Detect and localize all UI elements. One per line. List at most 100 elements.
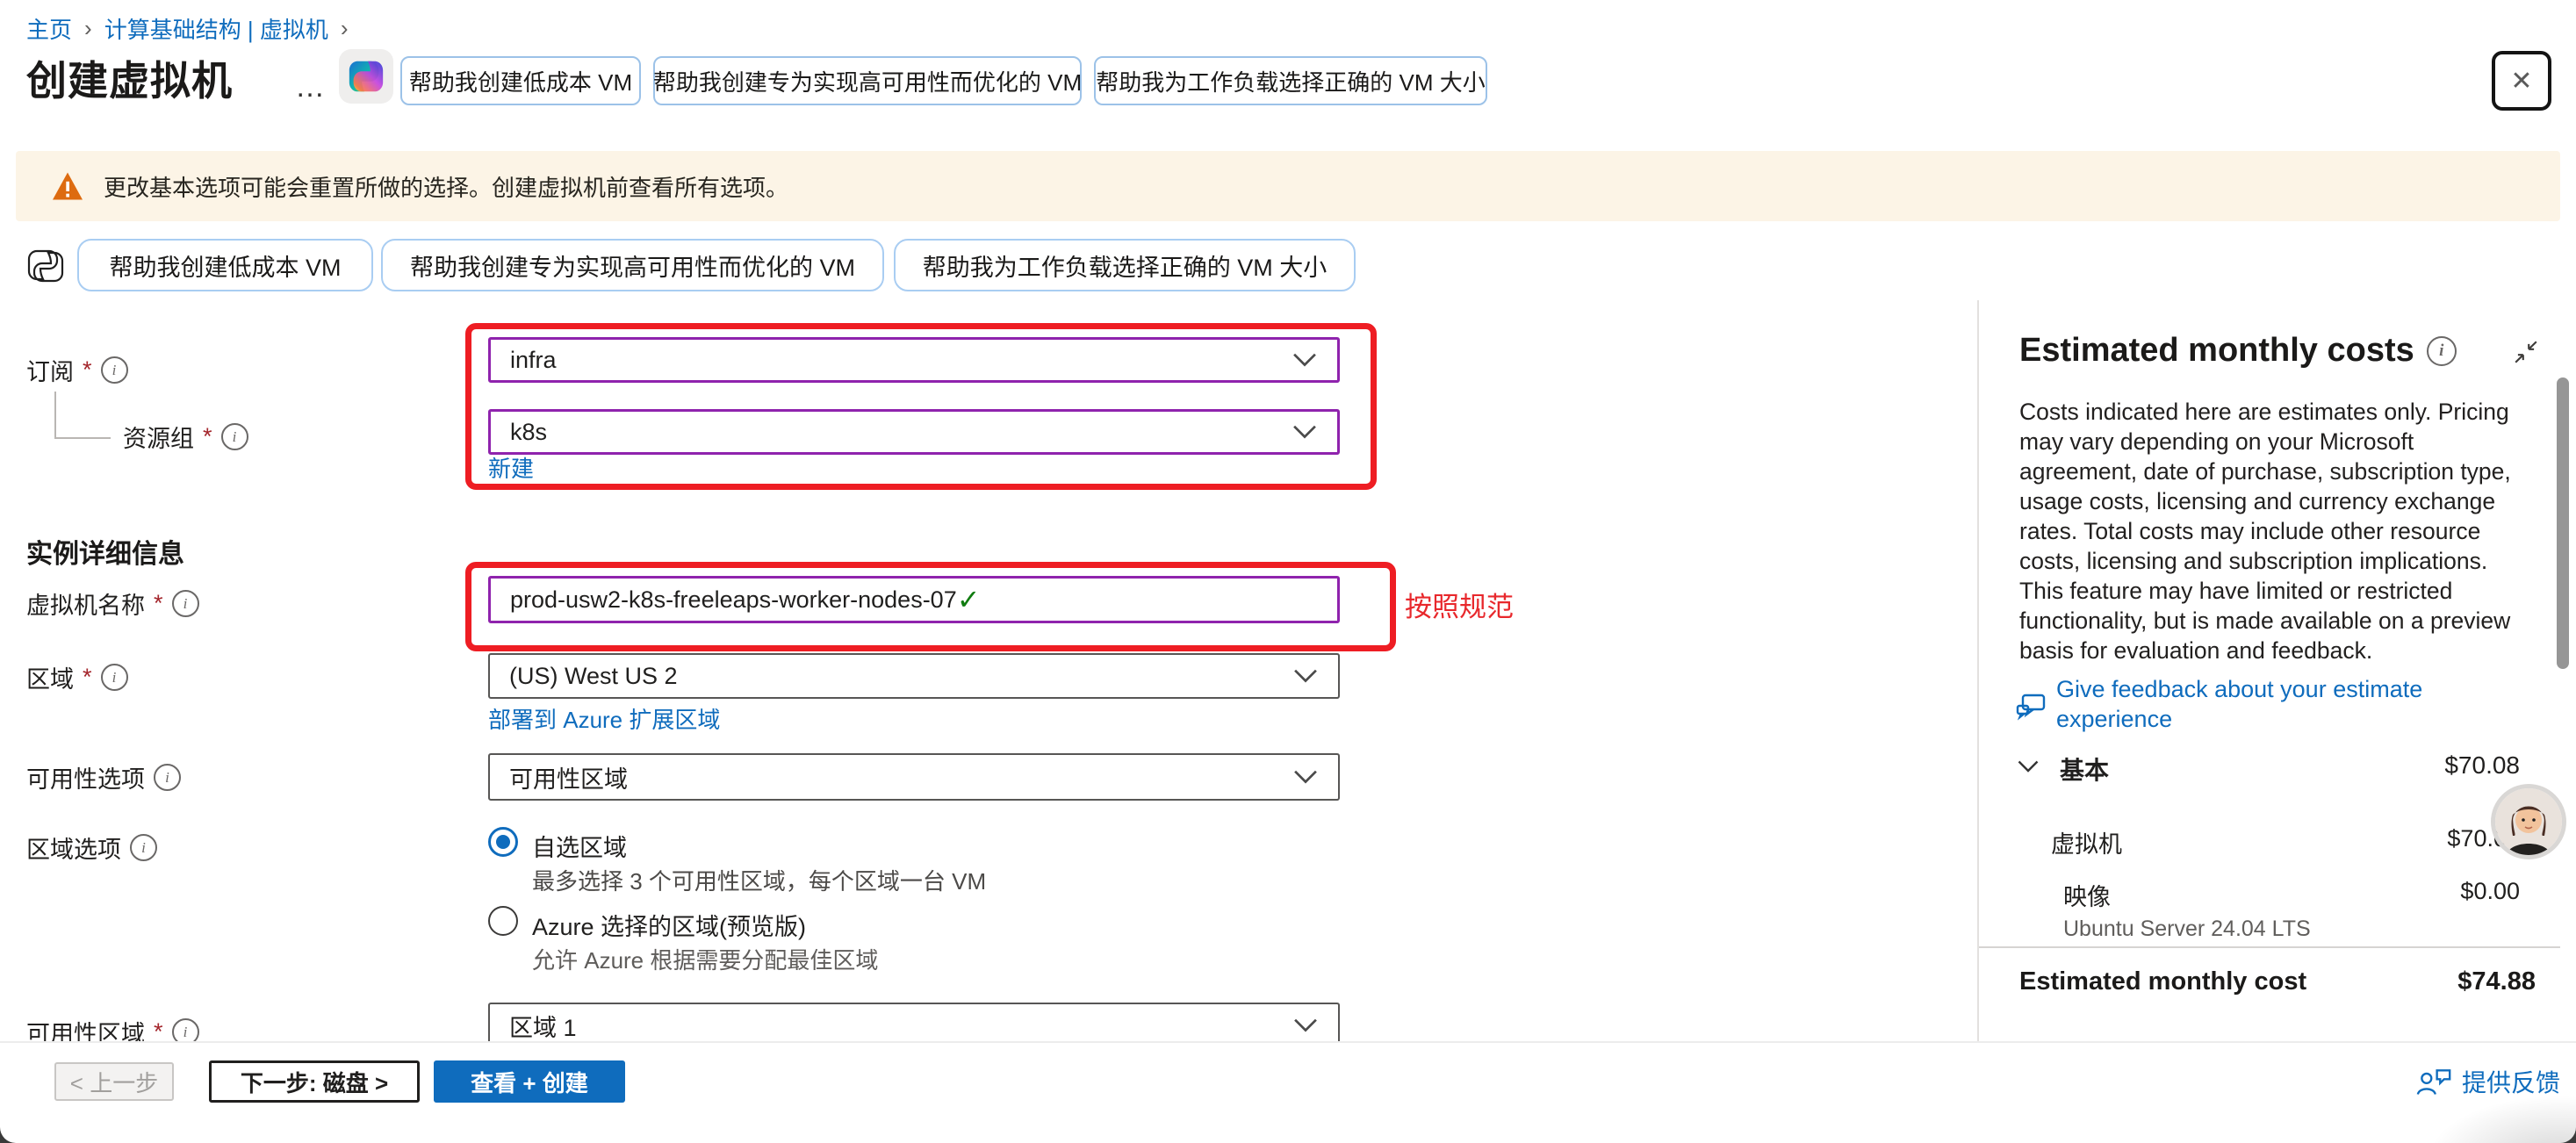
zone-options-label-row: 区域选项 i bbox=[26, 830, 157, 865]
info-icon[interactable]: i bbox=[2427, 336, 2457, 366]
vm-name-label: 虚拟机名称 bbox=[26, 586, 145, 621]
zone-option-label-azure-select[interactable]: Azure 选择的区域(预览版) bbox=[532, 908, 806, 942]
page-title: 创建虚拟机 bbox=[26, 49, 233, 107]
region-label-row: 区域 * i bbox=[26, 660, 128, 694]
more-options-button[interactable]: … bbox=[295, 70, 328, 104]
cost-row-label: 映像 bbox=[2063, 878, 2111, 912]
subscription-value: infra bbox=[510, 347, 1292, 374]
availability-zone-label: 可用性区域 bbox=[26, 1015, 145, 1041]
collapse-panel-icon[interactable] bbox=[2513, 339, 2539, 365]
chevron-down-icon bbox=[1292, 353, 1318, 368]
extended-zone-link[interactable]: 部署到 Azure 扩展区域 bbox=[488, 702, 720, 735]
warning-banner: 更改基本选项可能会重置所做的选择。创建虚拟机前查看所有选项。 bbox=[16, 151, 2560, 221]
zone-option-radio-self-select[interactable] bbox=[488, 827, 518, 857]
availability-zone-label-row: 可用性区域 * i bbox=[26, 1015, 199, 1041]
region-dropdown[interactable]: (US) West US 2 bbox=[488, 653, 1340, 699]
info-icon[interactable]: i bbox=[101, 664, 128, 691]
create-new-resource-group-link[interactable]: 新建 bbox=[488, 451, 534, 484]
avatar-image bbox=[2495, 788, 2562, 855]
scrollbar-thumb[interactable] bbox=[2557, 377, 2569, 669]
info-icon[interactable]: i bbox=[101, 356, 128, 384]
breadcrumb-separator-icon: › bbox=[84, 15, 92, 42]
copilot-outline-icon[interactable] bbox=[25, 244, 67, 288]
region-value: (US) West US 2 bbox=[509, 663, 1292, 690]
copilot-suggestion-high-availability[interactable]: 帮助我创建专为实现高可用性而优化的 VM bbox=[381, 239, 884, 291]
vm-name-value: prod-usw2-k8s-freeleaps-worker-nodes-07 bbox=[510, 586, 957, 614]
resource-group-label-row: 资源组 * i bbox=[123, 420, 248, 454]
cost-panel-title: Estimated monthly costs bbox=[2019, 332, 2414, 370]
resource-group-label: 资源组 bbox=[123, 420, 194, 454]
chevron-down-icon[interactable] bbox=[2018, 760, 2039, 773]
tree-connector bbox=[54, 392, 111, 439]
resource-group-value: k8s bbox=[510, 419, 1292, 446]
vm-name-label-row: 虚拟机名称 * i bbox=[26, 586, 199, 621]
availability-options-label-row: 可用性选项 i bbox=[26, 760, 181, 794]
copilot-suggestion-vm-size[interactable]: 帮助我为工作负载选择正确的 VM 大小 bbox=[894, 239, 1356, 291]
subscription-label: 订阅 bbox=[26, 353, 74, 387]
cost-group-value: $70.08 bbox=[2411, 751, 2520, 780]
region-label: 区域 bbox=[26, 660, 74, 694]
required-asterisk: * bbox=[203, 423, 212, 450]
copilot-logo-icon bbox=[346, 56, 386, 97]
zone-options-label: 区域选项 bbox=[26, 830, 121, 865]
vm-name-annotation: 按照规范 bbox=[1405, 585, 1514, 624]
chevron-down-icon bbox=[1292, 425, 1318, 440]
required-asterisk: * bbox=[83, 664, 92, 691]
cost-row-value: $0.00 bbox=[2411, 878, 2520, 905]
avatar[interactable] bbox=[2495, 788, 2562, 855]
availability-zone-dropdown[interactable]: 区域 1 bbox=[488, 1003, 1340, 1041]
cost-row-sublabel: Ubuntu Server 24.04 LTS bbox=[2063, 917, 2311, 942]
close-button[interactable]: ✕ bbox=[2492, 51, 2551, 111]
availability-zone-value: 区域 1 bbox=[509, 1009, 1292, 1042]
availability-options-value: 可用性区域 bbox=[509, 760, 1292, 794]
resource-group-dropdown[interactable]: k8s bbox=[488, 409, 1340, 455]
estimate-feedback-link[interactable]: Give feedback about your estimate experi… bbox=[2056, 674, 2513, 734]
subscription-dropdown[interactable]: infra bbox=[488, 337, 1340, 383]
create-vm-page: 主页 › 计算基础结构 | 虚拟机 › 创建虚拟机 … 帮助我创建低成本 VM … bbox=[0, 0, 2576, 1143]
cost-total-divider bbox=[1979, 946, 2560, 948]
availability-options-label: 可用性选项 bbox=[26, 760, 145, 794]
cost-total-label: Estimated monthly cost bbox=[2019, 967, 2306, 996]
zone-option-desc-azure-select: 允许 Azure 根据需要分配最佳区域 bbox=[532, 943, 878, 975]
zone-option-desc-self-select: 最多选择 3 个可用性区域，每个区域一台 VM bbox=[532, 864, 986, 896]
copilot-suggestion-low-cost[interactable]: 帮助我创建低成本 VM bbox=[400, 56, 641, 105]
copilot-suggestion-low-cost[interactable]: 帮助我创建低成本 VM bbox=[77, 239, 373, 291]
info-icon[interactable]: i bbox=[172, 590, 199, 617]
review-create-button[interactable]: 查看 + 创建 bbox=[434, 1060, 625, 1103]
vm-name-input[interactable]: prod-usw2-k8s-freeleaps-worker-nodes-07 … bbox=[488, 576, 1340, 623]
subscription-label-row: 订阅 * i bbox=[26, 353, 128, 387]
required-asterisk: * bbox=[154, 590, 163, 617]
cost-row-label: 虚拟机 bbox=[2051, 825, 2122, 859]
breadcrumb-section[interactable]: 计算基础结构 | 虚拟机 bbox=[104, 12, 328, 45]
next-disks-button[interactable]: 下一步: 磁盘 > bbox=[209, 1060, 420, 1103]
copilot-suggestion-high-availability[interactable]: 帮助我创建专为实现高可用性而优化的 VM bbox=[653, 56, 1082, 105]
corner-shadow bbox=[2409, 1087, 2576, 1143]
cost-panel-title-row: Estimated monthly costs i bbox=[2019, 332, 2457, 370]
info-icon[interactable]: i bbox=[130, 834, 157, 861]
info-icon[interactable]: i bbox=[221, 423, 248, 450]
breadcrumb-home[interactable]: 主页 bbox=[26, 12, 72, 45]
availability-options-dropdown[interactable]: 可用性区域 bbox=[488, 753, 1340, 801]
chevron-down-icon bbox=[1292, 770, 1319, 785]
warning-text: 更改基本选项可能会重置所做的选择。创建虚拟机前查看所有选项。 bbox=[104, 170, 788, 203]
cost-panel-description: Costs indicated here are estimates only.… bbox=[2019, 397, 2525, 665]
copilot-suggestion-vm-size[interactable]: 帮助我为工作负载选择正确的 VM 大小 bbox=[1094, 56, 1487, 105]
cost-total-value: $74.88 bbox=[2406, 967, 2536, 996]
panel-divider bbox=[1977, 300, 1979, 1041]
instance-details-heading: 实例详细信息 bbox=[26, 532, 184, 571]
footer-divider bbox=[0, 1041, 2576, 1043]
chevron-down-icon bbox=[1292, 1018, 1319, 1033]
close-icon: ✕ bbox=[2510, 66, 2532, 97]
zone-option-label-self-select[interactable]: 自选区域 bbox=[532, 829, 627, 863]
copilot-button[interactable] bbox=[339, 49, 393, 104]
chevron-down-icon bbox=[1292, 669, 1319, 684]
zone-option-radio-azure-select[interactable] bbox=[488, 906, 518, 936]
info-icon[interactable]: i bbox=[172, 1018, 199, 1041]
required-asterisk: * bbox=[83, 356, 92, 384]
cost-group-label[interactable]: 基本 bbox=[2060, 751, 2109, 787]
feedback-bubbles-icon bbox=[2014, 690, 2049, 725]
required-asterisk: * bbox=[154, 1018, 163, 1041]
previous-button[interactable]: < 上一步 bbox=[54, 1062, 174, 1101]
info-icon[interactable]: i bbox=[154, 764, 181, 791]
breadcrumb-separator-icon: › bbox=[341, 15, 349, 42]
